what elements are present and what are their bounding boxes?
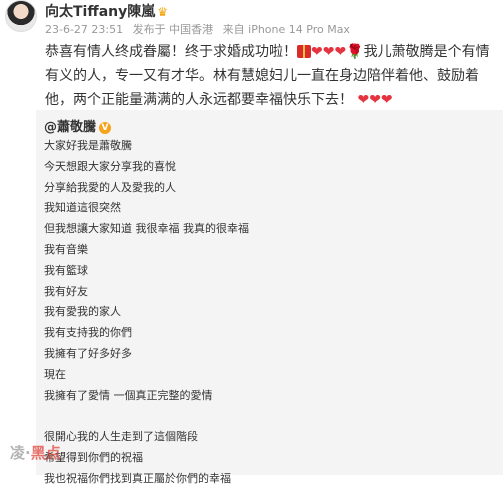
repost-line: 我知道這很突然 xyxy=(44,201,121,215)
post-source: 来自 iPhone 14 Pro Max xyxy=(222,23,350,36)
watermark-text-1: 凌· xyxy=(10,444,31,462)
repost-line: 我有音樂 xyxy=(44,242,88,256)
username-text[interactable]: 向太Tiffany陳嵐 xyxy=(45,4,155,20)
repost-line: 我有愛我的家人 xyxy=(44,305,121,319)
repost-line: 我有籃球 xyxy=(44,263,88,277)
repost-author-name[interactable]: @蕭敬騰 xyxy=(44,120,96,135)
watermark-text-2: 黑点 xyxy=(30,444,61,462)
repost-line: 大家好我是蕭敬騰 xyxy=(44,139,132,152)
repost-text: 大家好我是蕭敬騰 今天想跟大家分享我的喜悅 分享給我愛的人及愛我的人 我知道這很… xyxy=(44,136,494,490)
repost-line: 分享給我愛的人及愛我的人 xyxy=(44,180,176,194)
repost-line: 希望得到你們的祝福 xyxy=(44,450,143,464)
repost-card[interactable]: @蕭敬騰 V 大家好我是蕭敬騰 今天想跟大家分享我的喜悅 分享給我愛的人及愛我的人… xyxy=(36,110,503,485)
repost-line: 很開心我的人生走到了這個階段 xyxy=(44,430,198,444)
repost-line: 現在 xyxy=(44,367,66,381)
heart-icon: ❤ xyxy=(380,92,393,108)
repost-line: 但我想讓大家知道 我很幸福 我真的很幸福 xyxy=(44,222,249,236)
repost-line: 我有支持我的你們 xyxy=(44,326,132,340)
crown-icon: ♛ xyxy=(157,5,168,19)
watermark: 凌·黑点 xyxy=(10,442,61,463)
verified-badge-icon: V xyxy=(99,122,112,134)
heart-icon: ❤ xyxy=(334,44,347,60)
post-header: 向太Tiffany陳嵐 ♛ 23-6-27 23:51 发布于 中国香港 来自 i… xyxy=(0,0,503,40)
repost-line: 我擁有了好多好多 xyxy=(44,346,132,360)
gift-icon xyxy=(297,45,311,58)
rose-icon: 🌹 xyxy=(346,44,364,60)
heart-icon: ❤ xyxy=(369,92,381,108)
repost-line: 我也祝福你們找到真正屬於你們的幸福 xyxy=(44,471,231,485)
avatar[interactable] xyxy=(5,0,37,32)
repost-author[interactable]: @蕭敬騰 V xyxy=(44,116,112,135)
post-location: 发布于 中国香港 xyxy=(132,23,214,36)
repost-line-blank xyxy=(44,406,494,427)
heart-icon: ❤ xyxy=(322,44,335,60)
repost-line: 今天想跟大家分享我的喜悅 xyxy=(44,159,176,173)
username[interactable]: 向太Tiffany陳嵐 ♛ xyxy=(45,1,168,21)
post-text-part-1: 恭喜有情人终成眷屬！终于求婚成功啦！ xyxy=(45,44,297,60)
post-date: 23-6-27 23:51 xyxy=(45,23,124,36)
post-meta: 23-6-27 23:51 发布于 中国香港 来自 iPhone 14 Pro … xyxy=(45,21,356,37)
repost-line: 我擁有了愛情 一個真正完整的愛情 xyxy=(44,388,213,402)
post-text: 恭喜有情人终成眷屬！终于求婚成功啦！ ❤❤❤🌹我儿萧敬腾是个有情有义的人，专一又有… xyxy=(45,40,495,112)
heart-icon: ❤ xyxy=(353,92,370,108)
heart-icon: ❤ xyxy=(311,44,323,60)
repost-line: 我有好友 xyxy=(44,284,88,298)
